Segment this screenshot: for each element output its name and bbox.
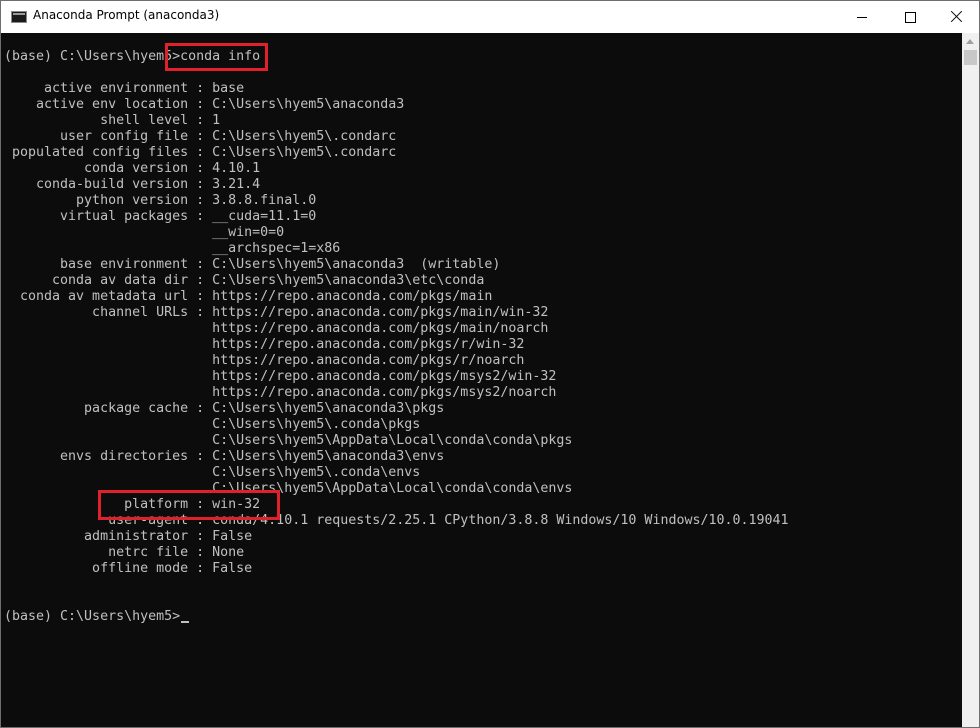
console-line: python version : 3.8.8.final.0 bbox=[4, 193, 317, 208]
maximize-button[interactable] bbox=[887, 1, 933, 33]
console-line: envs directories : C:\Users\hyem5\anacon… bbox=[4, 449, 445, 464]
console-line: conda version : 4.10.1 bbox=[4, 161, 261, 176]
anaconda-prompt-window: Anaconda Prompt (anaconda3) (base) C:\Us… bbox=[0, 0, 980, 728]
console-line: offline mode : False bbox=[4, 561, 253, 576]
console-line: conda-build version : 3.21.4 bbox=[4, 177, 261, 192]
close-button[interactable] bbox=[933, 1, 979, 33]
console-line: active environment : base bbox=[4, 81, 245, 96]
text-cursor bbox=[181, 621, 190, 623]
window-title: Anaconda Prompt (anaconda3) bbox=[33, 8, 220, 22]
minimize-icon bbox=[857, 17, 867, 18]
console-line: netrc file : None bbox=[4, 545, 245, 560]
console-line: __archspec=1=x86 bbox=[4, 241, 341, 256]
console-line: https://repo.anaconda.com/pkgs/r/win-32 bbox=[4, 337, 525, 352]
console-line: C:\Users\hyem5\.conda\envs bbox=[4, 465, 421, 480]
console-line: shell level : 1 bbox=[4, 113, 221, 128]
console-line: __win=0=0 bbox=[4, 225, 285, 240]
scroll-thumb[interactable] bbox=[964, 50, 977, 65]
console-line-command: (base) C:\Users\hyem5>conda info bbox=[4, 49, 261, 64]
console-line-platform: platform : win-32 bbox=[4, 497, 261, 512]
title-bar[interactable]: Anaconda Prompt (anaconda3) bbox=[1, 1, 979, 33]
console-line: https://repo.anaconda.com/pkgs/main/noar… bbox=[4, 321, 549, 336]
console-line: base environment : C:\Users\hyem5\anacon… bbox=[4, 257, 501, 272]
minimize-button[interactable] bbox=[839, 1, 885, 33]
console-line: package cache : C:\Users\hyem5\anaconda3… bbox=[4, 401, 445, 416]
close-icon bbox=[950, 10, 963, 23]
console-line: administrator : False bbox=[4, 529, 253, 544]
console-line: https://repo.anaconda.com/pkgs/msys2/win… bbox=[4, 369, 557, 384]
console-prompt-line[interactable]: (base) C:\Users\hyem5> bbox=[4, 609, 190, 625]
console-line: C:\Users\hyem5\AppData\Local\conda\conda… bbox=[4, 481, 573, 496]
console-line: virtual packages : __cuda=11.1=0 bbox=[4, 209, 317, 224]
console-line: conda av metadata url : https://repo.ana… bbox=[4, 289, 493, 304]
console-line: active env location : C:\Users\hyem5\ana… bbox=[4, 97, 405, 112]
vertical-scrollbar[interactable] bbox=[962, 33, 979, 727]
terminal-icon bbox=[11, 11, 27, 23]
console-line: channel URLs : https://repo.anaconda.com… bbox=[4, 305, 549, 320]
console-line: user-agent : conda/4.10.1 requests/2.25.… bbox=[4, 513, 789, 528]
prompt-text: (base) C:\Users\hyem5> bbox=[4, 609, 181, 624]
maximize-icon bbox=[905, 12, 916, 23]
console-line: C:\Users\hyem5\AppData\Local\conda\conda… bbox=[4, 433, 573, 448]
console-line: https://repo.anaconda.com/pkgs/r/noarch bbox=[4, 353, 525, 368]
console-line: user config file : C:\Users\hyem5\.conda… bbox=[4, 129, 397, 144]
console-line: C:\Users\hyem5\.conda\pkgs bbox=[4, 417, 421, 432]
scroll-up-arrow-icon[interactable] bbox=[962, 33, 979, 50]
console-line: conda av data dir : C:\Users\hyem5\anaco… bbox=[4, 273, 485, 288]
console-line: https://repo.anaconda.com/pkgs/msys2/noa… bbox=[4, 385, 557, 400]
console-output[interactable]: (base) C:\Users\hyem5>conda info active … bbox=[1, 33, 962, 727]
console-line: populated config files : C:\Users\hyem5\… bbox=[4, 145, 397, 160]
